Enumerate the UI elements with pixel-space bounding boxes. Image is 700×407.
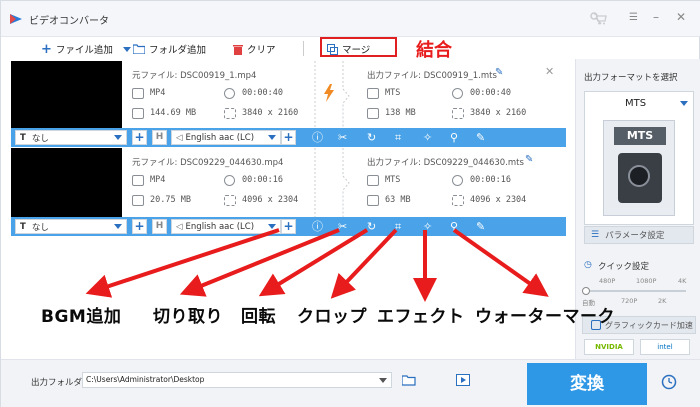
arrow-bgm — [85, 228, 280, 298]
annotation-arrows — [85, 228, 549, 302]
label-crop: クロップ — [297, 307, 367, 327]
app-window: ビデオコンバータ ☰ – ✕ + ファイル追加 フォルダ追加 クリア マージ 結… — [0, 0, 700, 407]
arrow-watermark — [452, 228, 549, 297]
label-rotate: 回転 — [241, 307, 276, 327]
label-watermark: ウォーターマーク — [475, 307, 615, 327]
label-bgm: BGM追加 — [41, 307, 122, 327]
arrow-crop — [330, 228, 398, 299]
label-trim: 切り取り — [153, 307, 223, 327]
label-effect: エフェクト — [377, 307, 465, 327]
